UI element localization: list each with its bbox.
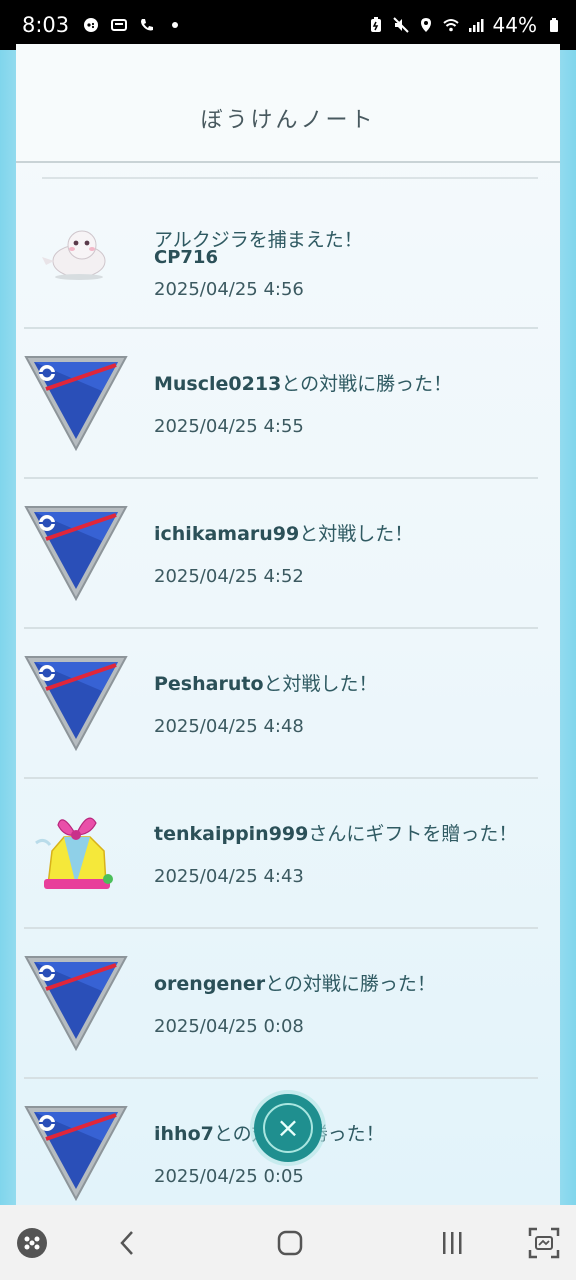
entry-action: との対戦に勝った！ <box>265 973 436 995</box>
journal-header: ぼうけんノート <box>16 44 560 163</box>
screenshot-button[interactable] <box>526 1225 562 1261</box>
great-league-icon <box>24 506 128 602</box>
recents-icon <box>443 1232 462 1254</box>
dot-icon <box>172 22 179 28</box>
entry-action: と対戦した！ <box>263 673 378 695</box>
apps-button[interactable] <box>14 1225 50 1261</box>
journal-entry[interactable]: orengenerとの対戦に勝った！ 2025/04/25 0:08 <box>16 929 560 1079</box>
entry-text: ichikamaru99と対戦した！ <box>154 519 413 546</box>
entry-date: 2025/04/25 4:43 <box>154 866 304 887</box>
journal-entry[interactable]: アルクジラを捕まえた！ CP716 2025/04/25 4:56 <box>16 179 560 329</box>
entry-text: Muscle0213との対戦に勝った！ <box>154 369 452 396</box>
game-icon <box>84 18 99 32</box>
entry-date: 2025/04/25 0:05 <box>154 1166 304 1187</box>
entry-action: さんにギフトを贈った！ <box>308 823 518 845</box>
status-time: 8:03 <box>22 13 70 37</box>
journal-panel: ぼうけんノート アルクジラを捕まえた！ CP716 2025/04/25 4:5… <box>16 44 560 1205</box>
journal-entry[interactable]: Pesharutoと対戦した！ 2025/04/25 4:48 <box>16 629 560 779</box>
entry-date: 2025/04/25 4:48 <box>154 716 304 737</box>
status-bar: 8:03 44% <box>0 0 576 50</box>
entry-cp: CP716 <box>154 247 218 268</box>
gift-icon <box>35 817 113 889</box>
entry-text: orengenerとの対戦に勝った！ <box>154 969 436 996</box>
pokemon-icon <box>42 230 106 280</box>
mute-icon <box>392 17 409 33</box>
trainer-name: tenkaippin999 <box>154 823 309 845</box>
link-icon <box>111 19 128 31</box>
trainer-name: Muscle0213 <box>154 373 282 395</box>
system-navigation-bar <box>0 1205 576 1280</box>
entry-text: Pesharutoと対戦した！ <box>154 669 378 696</box>
recents-button[interactable] <box>434 1225 470 1261</box>
battery-icon <box>550 18 558 32</box>
wifi-icon <box>442 19 459 32</box>
entry-action: との対戦に勝った！ <box>281 373 453 395</box>
entry-text: tenkaippin999さんにギフトを贈った！ <box>154 819 517 846</box>
signal-icon <box>468 19 484 32</box>
home-button[interactable] <box>272 1225 308 1261</box>
home-icon <box>277 1230 303 1256</box>
great-league-icon <box>24 1106 128 1202</box>
screenshot-icon <box>528 1227 560 1259</box>
entry-date: 2025/04/25 0:08 <box>154 1016 304 1037</box>
page-title: ぼうけんノート <box>200 108 376 133</box>
back-icon <box>120 1231 133 1255</box>
battery-saver-icon <box>370 17 381 32</box>
entry-date: 2025/04/25 4:55 <box>154 416 304 437</box>
trainer-name: Pesharuto <box>154 673 264 695</box>
entry-action: と対戦した！ <box>299 523 414 545</box>
journal-entry[interactable]: ichikamaru99と対戦した！ 2025/04/25 4:52 <box>16 479 560 629</box>
great-league-icon <box>24 956 128 1052</box>
battery-percent: 44% <box>492 13 537 37</box>
back-button[interactable] <box>110 1225 146 1261</box>
trainer-name: ihho7 <box>154 1123 214 1145</box>
journal-entry[interactable]: tenkaippin999さんにギフトを贈った！ 2025/04/25 4:43 <box>16 779 560 929</box>
great-league-icon <box>24 356 128 452</box>
close-button[interactable]: × <box>254 1094 322 1162</box>
close-icon: × <box>263 1103 313 1153</box>
great-league-icon <box>24 656 128 752</box>
trainer-name: ichikamaru99 <box>154 523 300 545</box>
trainer-name: orengener <box>154 973 266 995</box>
apps-icon <box>17 1228 47 1258</box>
entry-date: 2025/04/25 4:56 <box>154 279 304 300</box>
journal-entry[interactable]: Muscle0213との対戦に勝った！ 2025/04/25 4:55 <box>16 329 560 479</box>
phone-call-icon <box>141 19 154 31</box>
location-icon <box>420 18 431 32</box>
entry-date: 2025/04/25 4:52 <box>154 566 304 587</box>
